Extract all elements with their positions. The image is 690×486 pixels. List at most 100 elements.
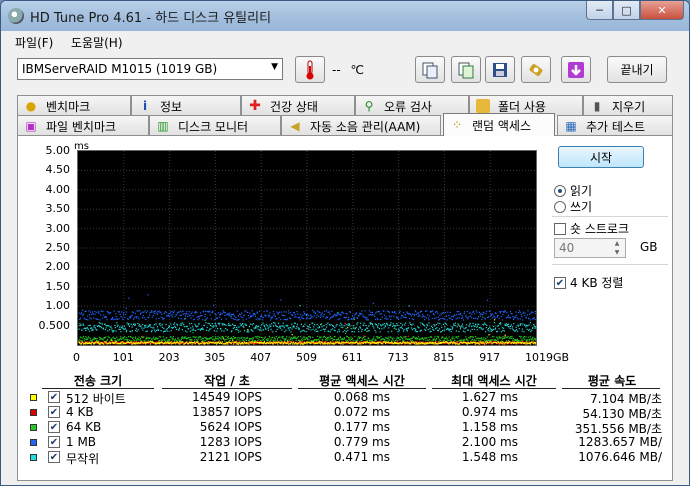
data-point (126, 322, 128, 324)
data-point (217, 338, 219, 340)
menu-file[interactable]: 파일(F) (15, 34, 53, 51)
data-point (316, 335, 319, 338)
data-point (462, 326, 464, 328)
data-point (443, 329, 445, 331)
data-point (104, 323, 106, 325)
tab-extra-tests[interactable]: ▦ 추가 테스트 (557, 115, 673, 136)
minimize-button[interactable]: ─ (586, 1, 613, 20)
data-point (116, 343, 118, 345)
tab-benchmark[interactable]: ● 벤치마크 (17, 95, 131, 116)
tab-health[interactable]: ✚ 건강 상태 (241, 95, 355, 116)
data-point (404, 316, 406, 319)
data-point (471, 328, 473, 331)
cell-max: 2.100 ms (461, 435, 518, 449)
spin-up-icon[interactable]: ▲ (610, 240, 624, 248)
data-point (510, 337, 513, 339)
temperature-button[interactable] (295, 56, 325, 83)
title-bar[interactable]: HD Tune Pro 4.61 - 하드 디스크 유틸리티 ─ □ ✕ (1, 1, 689, 31)
data-point (292, 314, 294, 316)
data-point (375, 324, 378, 326)
short-stroke-checkbox[interactable]: 숏 스트로크 (554, 220, 629, 237)
data-point (202, 343, 204, 345)
data-point (170, 330, 172, 332)
data-point (321, 312, 323, 314)
data-point (236, 328, 238, 330)
row-checkbox[interactable]: ✔ (48, 451, 60, 463)
data-point (484, 318, 486, 320)
data-point (420, 322, 422, 324)
tab-info[interactable]: i 정보 (131, 95, 241, 116)
row-checkbox[interactable]: ✔ (48, 406, 60, 418)
data-point (194, 323, 196, 325)
data-point (277, 343, 279, 345)
row-checkbox[interactable]: ✔ (48, 391, 60, 403)
data-point (288, 343, 290, 345)
save-button[interactable] (485, 56, 515, 83)
data-point (224, 342, 226, 345)
data-point (485, 339, 488, 342)
data-point (361, 310, 363, 312)
align-4kb-checkbox[interactable]: ✔ 4 KB 정렬 (554, 274, 623, 291)
download-button[interactable] (561, 56, 591, 83)
data-point (266, 325, 269, 327)
data-point (275, 335, 277, 338)
data-point (280, 299, 282, 301)
copy-all-button[interactable] (451, 56, 481, 83)
settings-button[interactable] (521, 56, 551, 83)
tab-aam[interactable]: ◀ 자동 소음 관리(AAM) (281, 115, 441, 136)
data-point (186, 341, 188, 343)
close-button[interactable]: ✕ (640, 1, 684, 20)
header-avg-access: 평균 액세스 시간 (319, 374, 405, 388)
drive-select[interactable]: IBMServeRAID M1015 (1019 GB) ▼ (17, 58, 283, 80)
tab-disk-monitor[interactable]: ▥ 디스크 모니터 (149, 115, 281, 136)
data-point (234, 318, 236, 320)
row-checkbox[interactable]: ✔ (48, 421, 60, 433)
data-point (406, 342, 408, 344)
data-point (507, 314, 510, 316)
data-point (138, 325, 140, 327)
data-point (141, 317, 143, 319)
data-point (207, 338, 209, 340)
spin-down-icon[interactable]: ▼ (610, 249, 624, 257)
data-point (105, 327, 107, 329)
data-point (82, 314, 84, 316)
data-point (174, 322, 176, 324)
tab-file-benchmark[interactable]: ▣ 파일 벤치마크 (17, 115, 149, 136)
data-point (151, 329, 153, 332)
data-point (281, 336, 283, 338)
data-point (236, 326, 238, 329)
exit-button[interactable]: 끝내기 (607, 56, 667, 83)
data-point (146, 310, 148, 312)
data-point (361, 330, 363, 332)
data-point (362, 316, 364, 318)
write-radio[interactable]: 쓰기 (554, 198, 592, 215)
data-point (385, 316, 387, 318)
data-point (415, 313, 417, 316)
read-radio[interactable]: 읽기 (554, 182, 592, 199)
maximize-button[interactable]: □ (613, 1, 640, 20)
data-point (388, 327, 390, 329)
tab-erase[interactable]: ▮ 지우기 (583, 95, 673, 116)
data-point (174, 325, 176, 328)
data-point (125, 331, 127, 333)
start-button[interactable]: 시작 (558, 146, 644, 168)
divider (552, 216, 668, 217)
data-point (213, 339, 216, 341)
data-point (132, 312, 134, 314)
copy-button[interactable] (415, 56, 445, 83)
data-point (258, 310, 261, 312)
row-checkbox[interactable]: ✔ (48, 436, 60, 448)
data-point (92, 329, 94, 331)
menu-help[interactable]: 도움말(H) (71, 34, 123, 51)
data-point (156, 342, 158, 345)
data-point (140, 312, 142, 315)
data-point (434, 317, 436, 320)
data-point (378, 311, 381, 313)
data-point (387, 341, 389, 343)
tab-random-access[interactable]: ⁘ 랜덤 액세스 (443, 113, 555, 136)
short-stroke-spinner[interactable]: 40 ▲ ▼ (554, 238, 626, 258)
data-point (150, 311, 152, 313)
data-point (450, 339, 452, 341)
data-point (231, 338, 234, 340)
data-point (279, 341, 281, 343)
